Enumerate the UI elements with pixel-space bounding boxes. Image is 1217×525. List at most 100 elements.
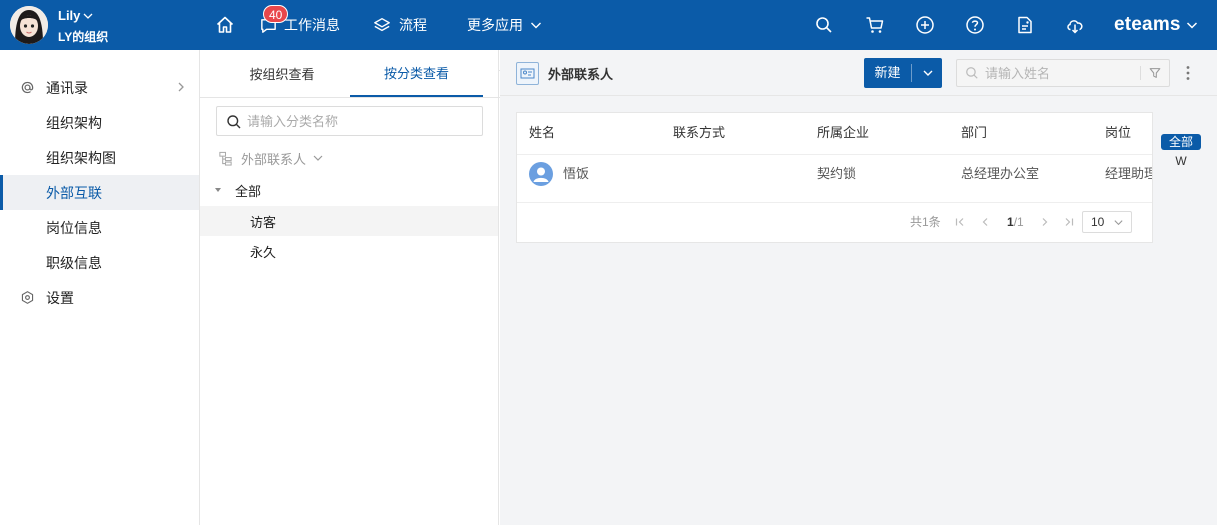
tabs-divider — [200, 97, 499, 98]
alpha-index-letter[interactable]: W — [1161, 154, 1201, 168]
name-search — [956, 59, 1170, 87]
chevron-down-icon — [313, 155, 323, 161]
last-page-icon[interactable] — [1064, 217, 1074, 227]
alpha-index-all[interactable]: 全部 — [1161, 134, 1201, 150]
nav-more-label: 更多应用 — [467, 17, 523, 33]
tree-node-all[interactable]: 全部 — [200, 175, 498, 205]
tab-by-org[interactable]: 按组织查看 — [215, 50, 349, 97]
new-button-label: 新建 — [874, 65, 901, 80]
menu-item-org-structure[interactable]: 组织架构 — [0, 105, 199, 140]
name-search-input[interactable] — [985, 60, 1135, 86]
chevron-down-icon — [1186, 22, 1197, 29]
user-org: LY的组织 — [58, 30, 109, 44]
search-icon[interactable] — [814, 15, 834, 35]
caret-down-icon — [215, 188, 221, 192]
top-bar: Lily LY的组织 工作消息 40 流程 更多应用 eteams — [0, 0, 1217, 50]
category-search-input[interactable] — [247, 107, 477, 135]
first-page-icon[interactable] — [955, 217, 965, 227]
nav-flow-label: 流程 — [399, 17, 427, 33]
layers-icon — [374, 18, 390, 32]
menu-contacts[interactable]: 通讯录 — [0, 70, 199, 105]
cloud-download-icon[interactable] — [1065, 15, 1085, 35]
cell-name[interactable]: 悟饭 — [563, 155, 589, 203]
nav-more-apps[interactable]: 更多应用 — [467, 0, 543, 50]
content-header: 外部联系人 新建 — [500, 50, 1217, 96]
left-menu: 通讯录 组织架构 组织架构图 外部互联 岗位信息 职级信息 设置 — [0, 50, 200, 525]
search-divider — [1140, 66, 1141, 80]
cell-company: 契约锁 — [817, 166, 857, 181]
current-page: 1 — [1007, 215, 1014, 229]
menu-item-positions[interactable]: 岗位信息 — [0, 210, 199, 245]
page-size-select[interactable]: 10 — [1082, 211, 1132, 233]
filter-icon[interactable] — [1148, 66, 1162, 80]
nav-messages-label: 工作消息 — [284, 17, 340, 33]
chevron-down-icon — [531, 22, 541, 29]
menu-settings-label: 设置 — [46, 289, 74, 306]
menu-item-org-chart[interactable]: 组织架构图 — [0, 140, 199, 175]
nav-flow[interactable]: 流程 — [373, 0, 427, 50]
menu-item-ranks[interactable]: 职级信息 — [0, 245, 199, 280]
user-avatar[interactable] — [10, 6, 48, 44]
more-vertical-icon[interactable] — [1186, 65, 1190, 81]
column-header-name: 姓名 — [529, 125, 556, 140]
chevron-down-icon — [83, 13, 93, 19]
add-circle-icon[interactable] — [915, 15, 935, 35]
cart-icon[interactable] — [865, 15, 885, 35]
tree-node-permanent[interactable]: 永久 — [200, 236, 498, 266]
help-icon[interactable] — [965, 15, 985, 35]
menu-item-label: 职级信息 — [46, 254, 102, 271]
message-count-badge: 40 — [263, 5, 289, 23]
tab-by-category[interactable]: 按分类查看 — [350, 50, 483, 97]
menu-contacts-label: 通讯录 — [46, 79, 88, 96]
category-type-label: 外部联系人 — [241, 151, 307, 167]
brand-name: eteams — [1114, 14, 1181, 35]
pagination: 共1条 1/1 10 — [517, 203, 1152, 242]
chevron-right-icon — [178, 82, 184, 92]
pagination-current: 1/1 — [1007, 215, 1024, 229]
chevron-down-icon[interactable] — [922, 68, 934, 78]
main-content: 外部联系人 新建 姓名 联系方式 所属企业 部门 岗位 悟饭 — [500, 50, 1217, 525]
category-search — [216, 106, 483, 136]
menu-settings[interactable]: 设置 — [0, 280, 199, 315]
pagination-total: 共1条 — [910, 215, 941, 229]
menu-item-label: 岗位信息 — [46, 219, 102, 236]
table-row[interactable]: 悟饭 契约锁 总经理办公室 经理助理 — [517, 155, 1153, 203]
column-header-position: 岗位 — [1105, 125, 1132, 140]
nav-home[interactable] — [215, 0, 235, 50]
user-name[interactable]: Lily — [58, 8, 94, 23]
report-icon[interactable] — [1015, 15, 1035, 35]
person-avatar — [529, 162, 553, 186]
menu-item-external[interactable]: 外部互联 — [0, 175, 199, 210]
user-name-label: Lily — [58, 8, 81, 23]
contacts-table: 姓名 联系方式 所属企业 部门 岗位 悟饭 契约锁 总经理办公室 经理助理 共1… — [516, 112, 1153, 243]
button-divider — [911, 64, 912, 82]
tree-node-label: 全部 — [235, 183, 262, 199]
column-header-contact: 联系方式 — [673, 125, 726, 140]
column-header-company: 所属企业 — [817, 125, 870, 140]
tree-node-visitor[interactable]: 访客 — [200, 206, 498, 236]
org-tree-icon — [219, 151, 232, 166]
total-pages: 1 — [1017, 215, 1024, 229]
category-type-dropdown[interactable]: 外部联系人 — [218, 148, 324, 168]
menu-item-label: 外部互联 — [46, 184, 102, 201]
home-icon — [216, 16, 234, 33]
prev-page-icon[interactable] — [980, 217, 990, 227]
next-page-icon[interactable] — [1040, 217, 1050, 227]
menu-item-label: 组织架构图 — [46, 149, 116, 166]
new-button[interactable]: 新建 — [864, 58, 942, 88]
menu-item-label: 组织架构 — [46, 114, 102, 131]
tree-node-label: 访客 — [250, 214, 277, 230]
cell-dept: 总经理办公室 — [961, 166, 1040, 181]
brand-logo[interactable]: eteams — [1114, 0, 1199, 50]
category-panel: 按组织查看 按分类查看 外部联系人 全部 访客 永久 — [200, 50, 499, 525]
chevron-down-icon — [1114, 220, 1123, 226]
page-size-value: 10 — [1091, 215, 1105, 229]
page-title: 外部联系人 — [548, 67, 614, 82]
tree-node-label: 永久 — [250, 244, 277, 260]
search-icon — [227, 115, 241, 129]
cell-position: 经理助理 — [1105, 166, 1153, 181]
alpha-index: 全部 W — [1161, 134, 1201, 168]
settings-hexagon-icon — [21, 291, 34, 304]
at-icon — [21, 81, 34, 94]
column-header-dept: 部门 — [961, 125, 988, 140]
